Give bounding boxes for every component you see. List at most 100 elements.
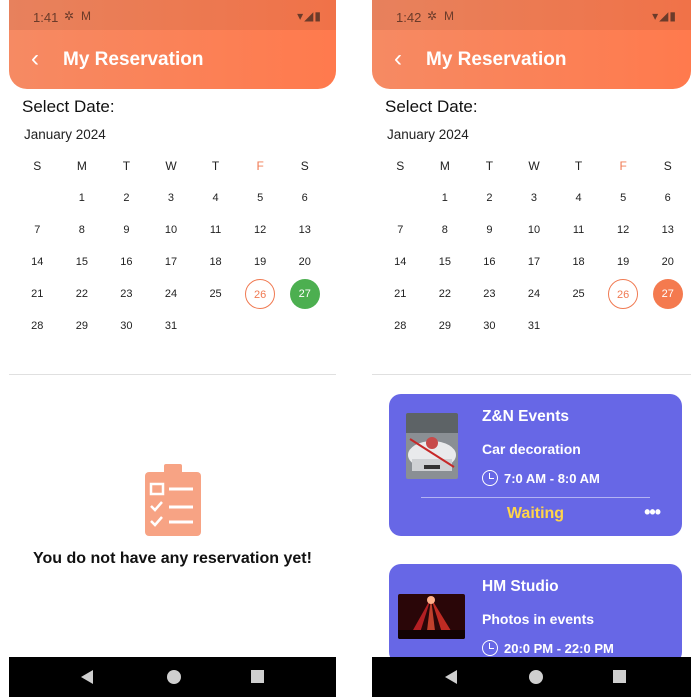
calendar-day[interactable]: 12 bbox=[245, 215, 275, 245]
calendar-day[interactable]: 4 bbox=[564, 183, 594, 213]
calendar-day[interactable]: 31 bbox=[156, 311, 186, 341]
calendar-day[interactable]: 9 bbox=[111, 215, 141, 245]
calendar: S M T W T F S 1 2 3 4 5 6 7 8 9 10 11 12 13 14 15 16 17 18 19 20 21… bbox=[15, 150, 327, 342]
calendar-day[interactable]: 1 bbox=[67, 183, 97, 213]
nav-recents-icon[interactable] bbox=[251, 670, 264, 683]
calendar-day[interactable]: 26 bbox=[608, 279, 639, 309]
calendar-day[interactable]: 13 bbox=[290, 215, 320, 245]
calendar-day[interactable]: 16 bbox=[111, 247, 141, 277]
calendar-week: 14 15 16 17 18 19 20 bbox=[15, 246, 327, 278]
nav-home-icon[interactable] bbox=[167, 670, 181, 684]
calendar-day[interactable]: 23 bbox=[111, 279, 141, 309]
calendar-day[interactable]: 25 bbox=[564, 279, 594, 309]
calendar-day[interactable]: 9 bbox=[474, 215, 504, 245]
nav-back-icon[interactable] bbox=[445, 670, 457, 684]
calendar-day[interactable]: 7 bbox=[385, 215, 415, 245]
calendar-day[interactable]: 22 bbox=[430, 279, 460, 309]
calendar-day[interactable]: 1 bbox=[430, 183, 460, 213]
calendar-day[interactable]: 22 bbox=[67, 279, 97, 309]
calendar-day[interactable]: 8 bbox=[67, 215, 97, 245]
calendar-empty-cell bbox=[290, 311, 320, 341]
status-badge: Waiting bbox=[506, 505, 565, 522]
calendar-day[interactable]: 29 bbox=[430, 311, 460, 341]
calendar-day[interactable]: 6 bbox=[653, 183, 683, 213]
calendar-empty-cell bbox=[564, 311, 594, 341]
calendar-day[interactable]: 2 bbox=[111, 183, 141, 213]
clock-icon bbox=[482, 640, 498, 656]
calendar-day[interactable]: 4 bbox=[201, 183, 231, 213]
calendar-day[interactable]: 10 bbox=[519, 215, 549, 245]
calendar-day[interactable]: 27 bbox=[289, 279, 320, 309]
calendar-day[interactable]: 20 bbox=[290, 247, 320, 277]
calendar-day[interactable]: 26 bbox=[245, 279, 276, 309]
clock-icon bbox=[482, 470, 498, 486]
calendar-day[interactable]: 11 bbox=[201, 215, 231, 245]
settings-status-icon: ✲ bbox=[64, 9, 75, 23]
calendar-day[interactable]: 27 bbox=[652, 279, 683, 309]
nav-home-icon[interactable] bbox=[529, 670, 543, 684]
calendar-month: January 2024 bbox=[387, 127, 469, 142]
calendar-day[interactable]: 6 bbox=[290, 183, 320, 213]
divider bbox=[9, 374, 336, 375]
calendar-day[interactable]: 30 bbox=[474, 311, 504, 341]
card-divider bbox=[421, 497, 650, 498]
calendar-day[interactable]: 2 bbox=[474, 183, 504, 213]
calendar-day[interactable]: 5 bbox=[245, 183, 275, 213]
reservation-card[interactable]: HM Studio Photos in events 20:0 PM - 22:… bbox=[389, 564, 682, 664]
gmail-status-icon: M bbox=[444, 9, 454, 23]
weekday-label: T bbox=[485, 159, 494, 173]
weekday-label: T bbox=[574, 159, 583, 173]
select-date-label: Select Date: bbox=[385, 97, 478, 116]
calendar-day[interactable]: 5 bbox=[608, 183, 638, 213]
nav-back-icon[interactable] bbox=[81, 670, 93, 684]
vendor-name: HM Studio bbox=[482, 578, 559, 595]
gmail-status-icon: M bbox=[81, 9, 91, 23]
weekday-label: F bbox=[619, 159, 627, 173]
nav-recents-icon[interactable] bbox=[613, 670, 626, 683]
calendar-day[interactable]: 20 bbox=[653, 247, 683, 277]
calendar-day[interactable]: 17 bbox=[519, 247, 549, 277]
calendar-day[interactable]: 19 bbox=[608, 247, 638, 277]
calendar-day[interactable]: 29 bbox=[67, 311, 97, 341]
calendar-day[interactable]: 24 bbox=[156, 279, 186, 309]
time-range: 7:0 AM - 8:0 AM bbox=[504, 471, 600, 486]
calendar-day[interactable]: 23 bbox=[474, 279, 504, 309]
calendar-day[interactable]: 16 bbox=[474, 247, 504, 277]
calendar-day[interactable]: 12 bbox=[608, 215, 638, 245]
calendar-week: 7 8 9 10 11 12 13 bbox=[15, 214, 327, 246]
calendar-day[interactable]: 15 bbox=[430, 247, 460, 277]
calendar-week: 28 29 30 31 bbox=[378, 310, 690, 342]
calendar-day[interactable]: 30 bbox=[111, 311, 141, 341]
calendar-day[interactable]: 25 bbox=[201, 279, 231, 309]
calendar-empty-cell bbox=[22, 183, 52, 213]
calendar-day[interactable]: 13 bbox=[653, 215, 683, 245]
calendar-day[interactable]: 31 bbox=[519, 311, 549, 341]
calendar-day[interactable]: 7 bbox=[22, 215, 52, 245]
calendar-day[interactable]: 3 bbox=[519, 183, 549, 213]
calendar-day[interactable]: 28 bbox=[22, 311, 52, 341]
calendar-day[interactable]: 18 bbox=[564, 247, 594, 277]
calendar-day[interactable]: 17 bbox=[156, 247, 186, 277]
settings-status-icon: ✲ bbox=[427, 9, 438, 23]
calendar-day[interactable]: 14 bbox=[22, 247, 52, 277]
calendar-day[interactable]: 19 bbox=[245, 247, 275, 277]
calendar-day[interactable]: 21 bbox=[385, 279, 415, 309]
calendar-day[interactable]: 3 bbox=[156, 183, 186, 213]
calendar-day[interactable]: 24 bbox=[519, 279, 549, 309]
back-icon[interactable]: ‹ bbox=[31, 47, 39, 71]
calendar-week: 7 8 9 10 11 12 13 bbox=[378, 214, 690, 246]
calendar-day[interactable]: 15 bbox=[67, 247, 97, 277]
back-icon[interactable]: ‹ bbox=[394, 47, 402, 71]
screen-empty-state: 1:41 ✲ M ▾◢▮ ‹ My Reservation Select Dat… bbox=[9, 0, 336, 697]
more-options-icon[interactable]: ••• bbox=[644, 502, 661, 523]
calendar-day[interactable]: 18 bbox=[201, 247, 231, 277]
signal-battery-icon: ▾◢▮ bbox=[297, 9, 322, 23]
calendar-day[interactable]: 10 bbox=[156, 215, 186, 245]
weekday-label: T bbox=[211, 159, 220, 173]
calendar-day[interactable]: 11 bbox=[564, 215, 594, 245]
calendar-day[interactable]: 28 bbox=[385, 311, 415, 341]
reservation-card[interactable]: Z&N Events Car decoration 7:0 AM - 8:0 A… bbox=[389, 394, 682, 536]
calendar-day[interactable]: 21 bbox=[22, 279, 52, 309]
calendar-day[interactable]: 8 bbox=[430, 215, 460, 245]
calendar-day[interactable]: 14 bbox=[385, 247, 415, 277]
